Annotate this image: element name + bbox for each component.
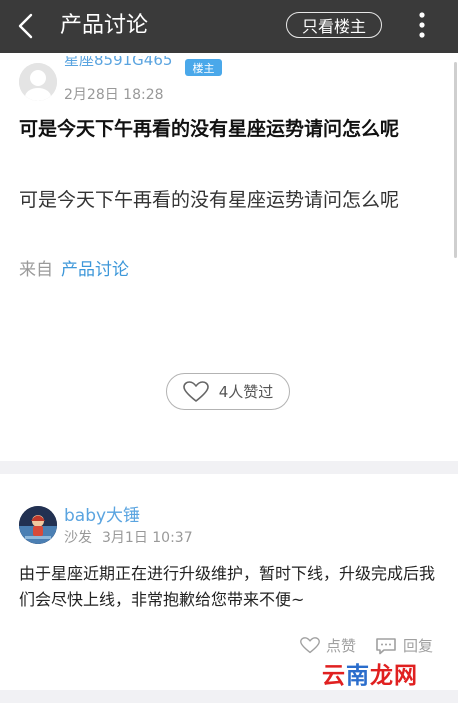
back-button[interactable] xyxy=(8,8,44,44)
comment-time: 3月1日 10:37 xyxy=(102,530,193,546)
like-post-button[interactable]: 4人赞过 xyxy=(166,373,290,410)
more-menu-button[interactable] xyxy=(410,10,434,40)
heart-icon xyxy=(300,637,320,654)
comment-floor: 沙发 xyxy=(64,530,92,546)
section-divider xyxy=(0,461,458,474)
post-title: 可是今天下午再看的没有星座运势请问怎么呢 xyxy=(19,118,400,140)
comment-reply-button[interactable]: 回复 xyxy=(375,635,433,656)
site-watermark: 云南龙网 xyxy=(322,661,426,691)
post-body: 可是今天下午再看的没有星座运势请问怎么呢 xyxy=(19,189,400,211)
comment-bubble-icon xyxy=(376,637,396,654)
comment-like-button[interactable]: 点赞 xyxy=(300,635,356,656)
host-badge: 楼主 xyxy=(185,59,222,76)
post-date: 2月28日 18:28 xyxy=(64,87,164,103)
source-label: 来自 xyxy=(19,260,53,280)
default-avatar-icon xyxy=(19,63,57,101)
only-host-button[interactable]: 只看楼主 xyxy=(286,12,382,38)
page-title: 产品讨论 xyxy=(60,13,149,38)
post-author[interactable]: 星座8591G465 xyxy=(64,56,172,74)
commenter-avatar-image xyxy=(19,506,57,544)
more-vertical-icon xyxy=(419,12,425,38)
watermark-part1: 云 xyxy=(322,663,346,689)
post-source: 来自 产品讨论 xyxy=(19,259,129,281)
commenter-name[interactable]: baby大锤 xyxy=(64,501,140,526)
likes-count-label: 4人赞过 xyxy=(218,383,274,401)
heart-icon xyxy=(182,380,209,402)
commenter-avatar[interactable] xyxy=(19,506,57,544)
post-author-name: 星座8591G465 xyxy=(64,56,173,69)
author-avatar[interactable] xyxy=(19,63,57,101)
source-link[interactable]: 产品讨论 xyxy=(61,260,129,280)
comment-reply-label: 回复 xyxy=(403,637,434,655)
bottom-divider xyxy=(0,690,458,703)
scrollbar[interactable] xyxy=(454,62,457,258)
top-app-bar: 产品讨论 只看楼主 xyxy=(0,0,458,53)
comment-body: 由于星座近期正在进行升级维护，暂时下线，升级完成后我们会尽快上线，非常抱歉给您带… xyxy=(19,564,436,609)
watermark-part2: 南 xyxy=(346,663,370,689)
watermark-part3: 龙网 xyxy=(370,663,418,689)
comment-meta: 沙发 3月1日 10:37 xyxy=(64,527,193,547)
comment-like-label: 点赞 xyxy=(326,637,357,655)
chevron-left-icon xyxy=(18,13,33,39)
